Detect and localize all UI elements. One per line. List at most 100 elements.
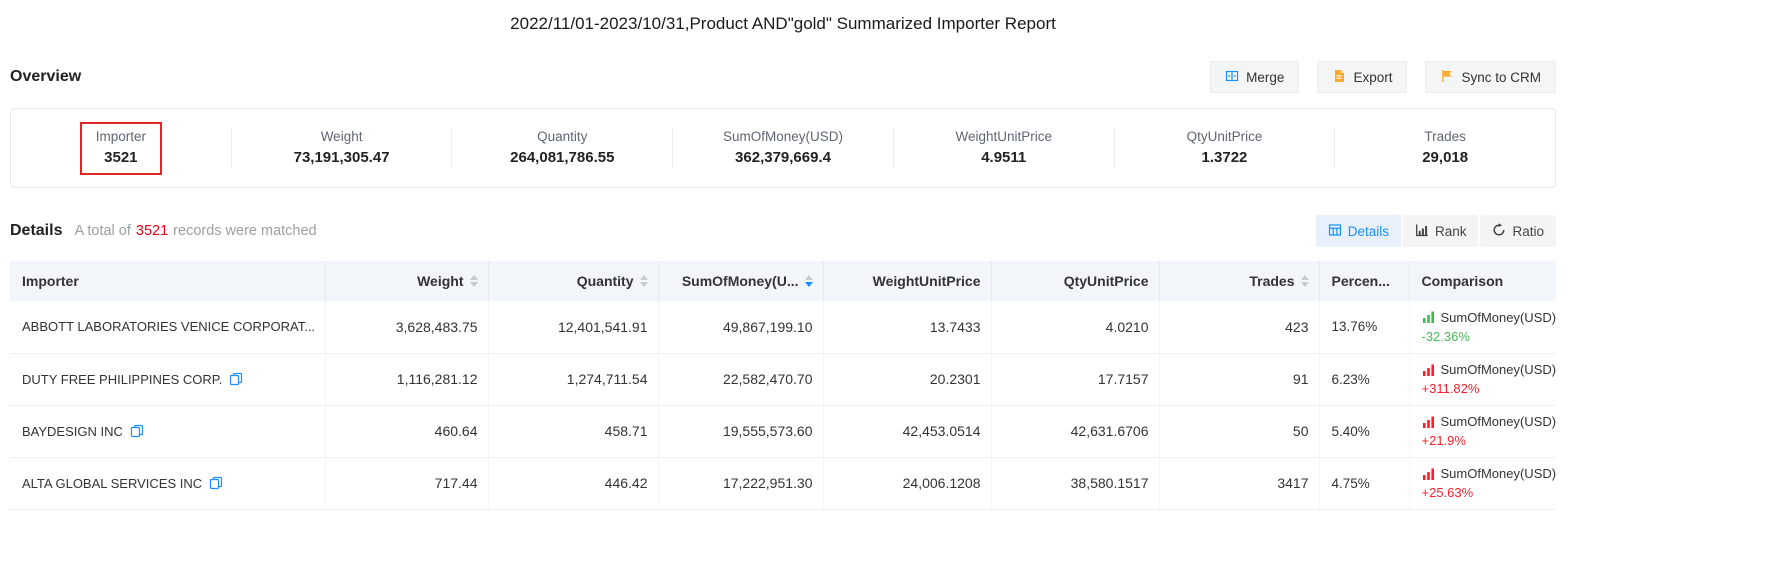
bar-chart-icon xyxy=(1422,467,1436,481)
view-tabs: Details Rank Ratio xyxy=(1316,215,1556,247)
weight-cell: 1,116,281.12 xyxy=(325,353,488,405)
merge-icon xyxy=(1225,69,1239,86)
table-row[interactable]: BAYDESIGN INC 460.64 458.71 19,555,573.6… xyxy=(10,405,1556,457)
importer-name[interactable]: BAYDESIGN INC xyxy=(22,424,123,439)
stat-value: 264,081,786.55 xyxy=(510,149,614,166)
details-heading: Details xyxy=(10,222,62,240)
export-button-label: Export xyxy=(1353,70,1392,85)
stat-value: 4.9511 xyxy=(955,149,1052,166)
stat-weight: Weight 73,191,305.47 xyxy=(232,124,452,173)
merge-button[interactable]: Merge xyxy=(1210,61,1299,93)
sum-of-money-cell: 49,867,199.10 xyxy=(658,301,823,353)
export-icon xyxy=(1332,69,1346,86)
weight-cell: 460.64 xyxy=(325,405,488,457)
sort-icon[interactable] xyxy=(470,275,478,287)
comparison-change: +25.63% xyxy=(1422,484,1547,501)
bar-chart-icon xyxy=(1422,363,1436,377)
weight-unit-price-cell: 20.2301 xyxy=(823,353,991,405)
sum-of-money-cell: 22,582,470.70 xyxy=(658,353,823,405)
column-header-sum-of-money[interactable]: SumOfMoney(U... xyxy=(658,261,823,301)
column-header-quantity[interactable]: Quantity xyxy=(488,261,658,301)
column-header-weight[interactable]: Weight xyxy=(325,261,488,301)
stat-weight-unit-price: WeightUnitPrice 4.9511 xyxy=(894,124,1114,173)
weight-unit-price-cell: 42,453.0514 xyxy=(823,405,991,457)
tab-label: Ratio xyxy=(1512,224,1544,239)
weight-cell: 3,628,483.75 xyxy=(325,301,488,353)
importer-name[interactable]: DUTY FREE PHILIPPINES CORP. xyxy=(22,372,222,387)
records-matched-summary: A total of3521records were matched xyxy=(74,223,316,239)
comparison-change: +311.82% xyxy=(1422,380,1547,397)
stat-qty-unit-price: QtyUnitPrice 1.3722 xyxy=(1115,124,1335,173)
stat-label: QtyUnitPrice xyxy=(1187,129,1263,144)
importer-name[interactable]: ABBOTT LABORATORIES VENICE CORPORAT... xyxy=(22,319,315,334)
table-row[interactable]: DUTY FREE PHILIPPINES CORP. 1,116,281.12… xyxy=(10,353,1556,405)
stat-sum-of-money: SumOfMoney(USD) 362,379,669.4 xyxy=(673,124,893,173)
importer-table: Importer Weight Quantity SumOfMoney(U...… xyxy=(10,261,1556,510)
sync-to-crm-button-label: Sync to CRM xyxy=(1461,70,1541,85)
tab-label: Rank xyxy=(1435,224,1467,239)
trades-cell: 3417 xyxy=(1159,457,1319,509)
comparison-cell: SumOfMoney(USD) +311.82% xyxy=(1409,353,1556,405)
column-header-importer: Importer xyxy=(10,261,325,301)
report-title: 2022/11/01-2023/10/31,Product AND"gold" … xyxy=(10,14,1556,34)
trades-cell: 50 xyxy=(1159,405,1319,457)
summary-suffix: records were matched xyxy=(173,223,316,239)
merge-button-label: Merge xyxy=(1246,70,1284,85)
table-row[interactable]: ALTA GLOBAL SERVICES INC 717.44 446.42 1… xyxy=(10,457,1556,509)
comparison-label: SumOfMoney(USD) xyxy=(1441,413,1557,430)
trades-cell: 91 xyxy=(1159,353,1319,405)
qty-unit-price-cell: 38,580.1517 xyxy=(991,457,1159,509)
overview-stats-bar: Importer 3521 Weight 73,191,305.47 Quant… xyxy=(10,108,1556,188)
table-header-row: Importer Weight Quantity SumOfMoney(U...… xyxy=(10,261,1556,301)
table-row[interactable]: ABBOTT LABORATORIES VENICE CORPORAT... 3… xyxy=(10,301,1556,353)
comparison-change: +21.9% xyxy=(1422,432,1547,449)
trades-cell: 423 xyxy=(1159,301,1319,353)
stat-importer: Importer 3521 xyxy=(11,122,231,175)
comparison-label: SumOfMoney(USD) xyxy=(1441,361,1557,378)
weight-unit-price-cell: 13.7433 xyxy=(823,301,991,353)
bar-chart-icon xyxy=(1422,310,1436,324)
tab-ratio[interactable]: Ratio xyxy=(1480,215,1556,247)
tab-rank[interactable]: Rank xyxy=(1403,215,1479,247)
sync-to-crm-button[interactable]: Sync to CRM xyxy=(1425,61,1556,93)
copy-icon[interactable] xyxy=(209,476,223,490)
summary-prefix: A total of xyxy=(74,223,130,239)
sum-of-money-cell: 19,555,573.60 xyxy=(658,405,823,457)
column-header-percent: Percen... xyxy=(1319,261,1409,301)
comparison-label: SumOfMoney(USD) xyxy=(1441,309,1557,326)
comparison-cell: SumOfMoney(USD) -32.36% xyxy=(1409,301,1556,353)
ratio-circle-icon xyxy=(1492,223,1506,240)
comparison-change: -32.36% xyxy=(1422,328,1547,345)
bar-chart-icon xyxy=(1422,415,1436,429)
stat-value: 1.3722 xyxy=(1187,149,1263,166)
tab-details[interactable]: Details xyxy=(1316,215,1401,247)
stat-trades: Trades 29,018 xyxy=(1335,124,1555,173)
weight-unit-price-cell: 24,006.1208 xyxy=(823,457,991,509)
column-header-trades[interactable]: Trades xyxy=(1159,261,1319,301)
stat-label: Weight xyxy=(294,129,390,144)
export-button[interactable]: Export xyxy=(1317,61,1407,93)
table-icon xyxy=(1328,223,1342,240)
quantity-cell: 458.71 xyxy=(488,405,658,457)
qty-unit-price-cell: 42,631.6706 xyxy=(991,405,1159,457)
stat-label: Importer xyxy=(96,129,146,144)
quantity-cell: 1,274,711.54 xyxy=(488,353,658,405)
overview-heading: Overview xyxy=(10,68,81,86)
sort-icon[interactable] xyxy=(1301,275,1309,287)
details-section-header: Details A total of3521records were match… xyxy=(10,214,1556,248)
importer-highlight-box: Importer 3521 xyxy=(80,122,162,175)
sort-icon[interactable] xyxy=(805,275,813,287)
copy-icon[interactable] xyxy=(229,372,243,386)
comparison-cell: SumOfMoney(USD) +21.9% xyxy=(1409,405,1556,457)
stat-value: 3521 xyxy=(96,149,146,166)
percent-cell: 4.75% xyxy=(1319,457,1409,509)
stat-label: Quantity xyxy=(510,129,614,144)
copy-icon[interactable] xyxy=(130,424,144,438)
comparison-label: SumOfMoney(USD) xyxy=(1441,465,1557,482)
importer-name[interactable]: ALTA GLOBAL SERVICES INC xyxy=(22,476,202,491)
stat-label: SumOfMoney(USD) xyxy=(723,129,843,144)
qty-unit-price-cell: 17.7157 xyxy=(991,353,1159,405)
flag-icon xyxy=(1440,69,1454,86)
stat-value: 73,191,305.47 xyxy=(294,149,390,166)
sort-icon[interactable] xyxy=(640,275,648,287)
